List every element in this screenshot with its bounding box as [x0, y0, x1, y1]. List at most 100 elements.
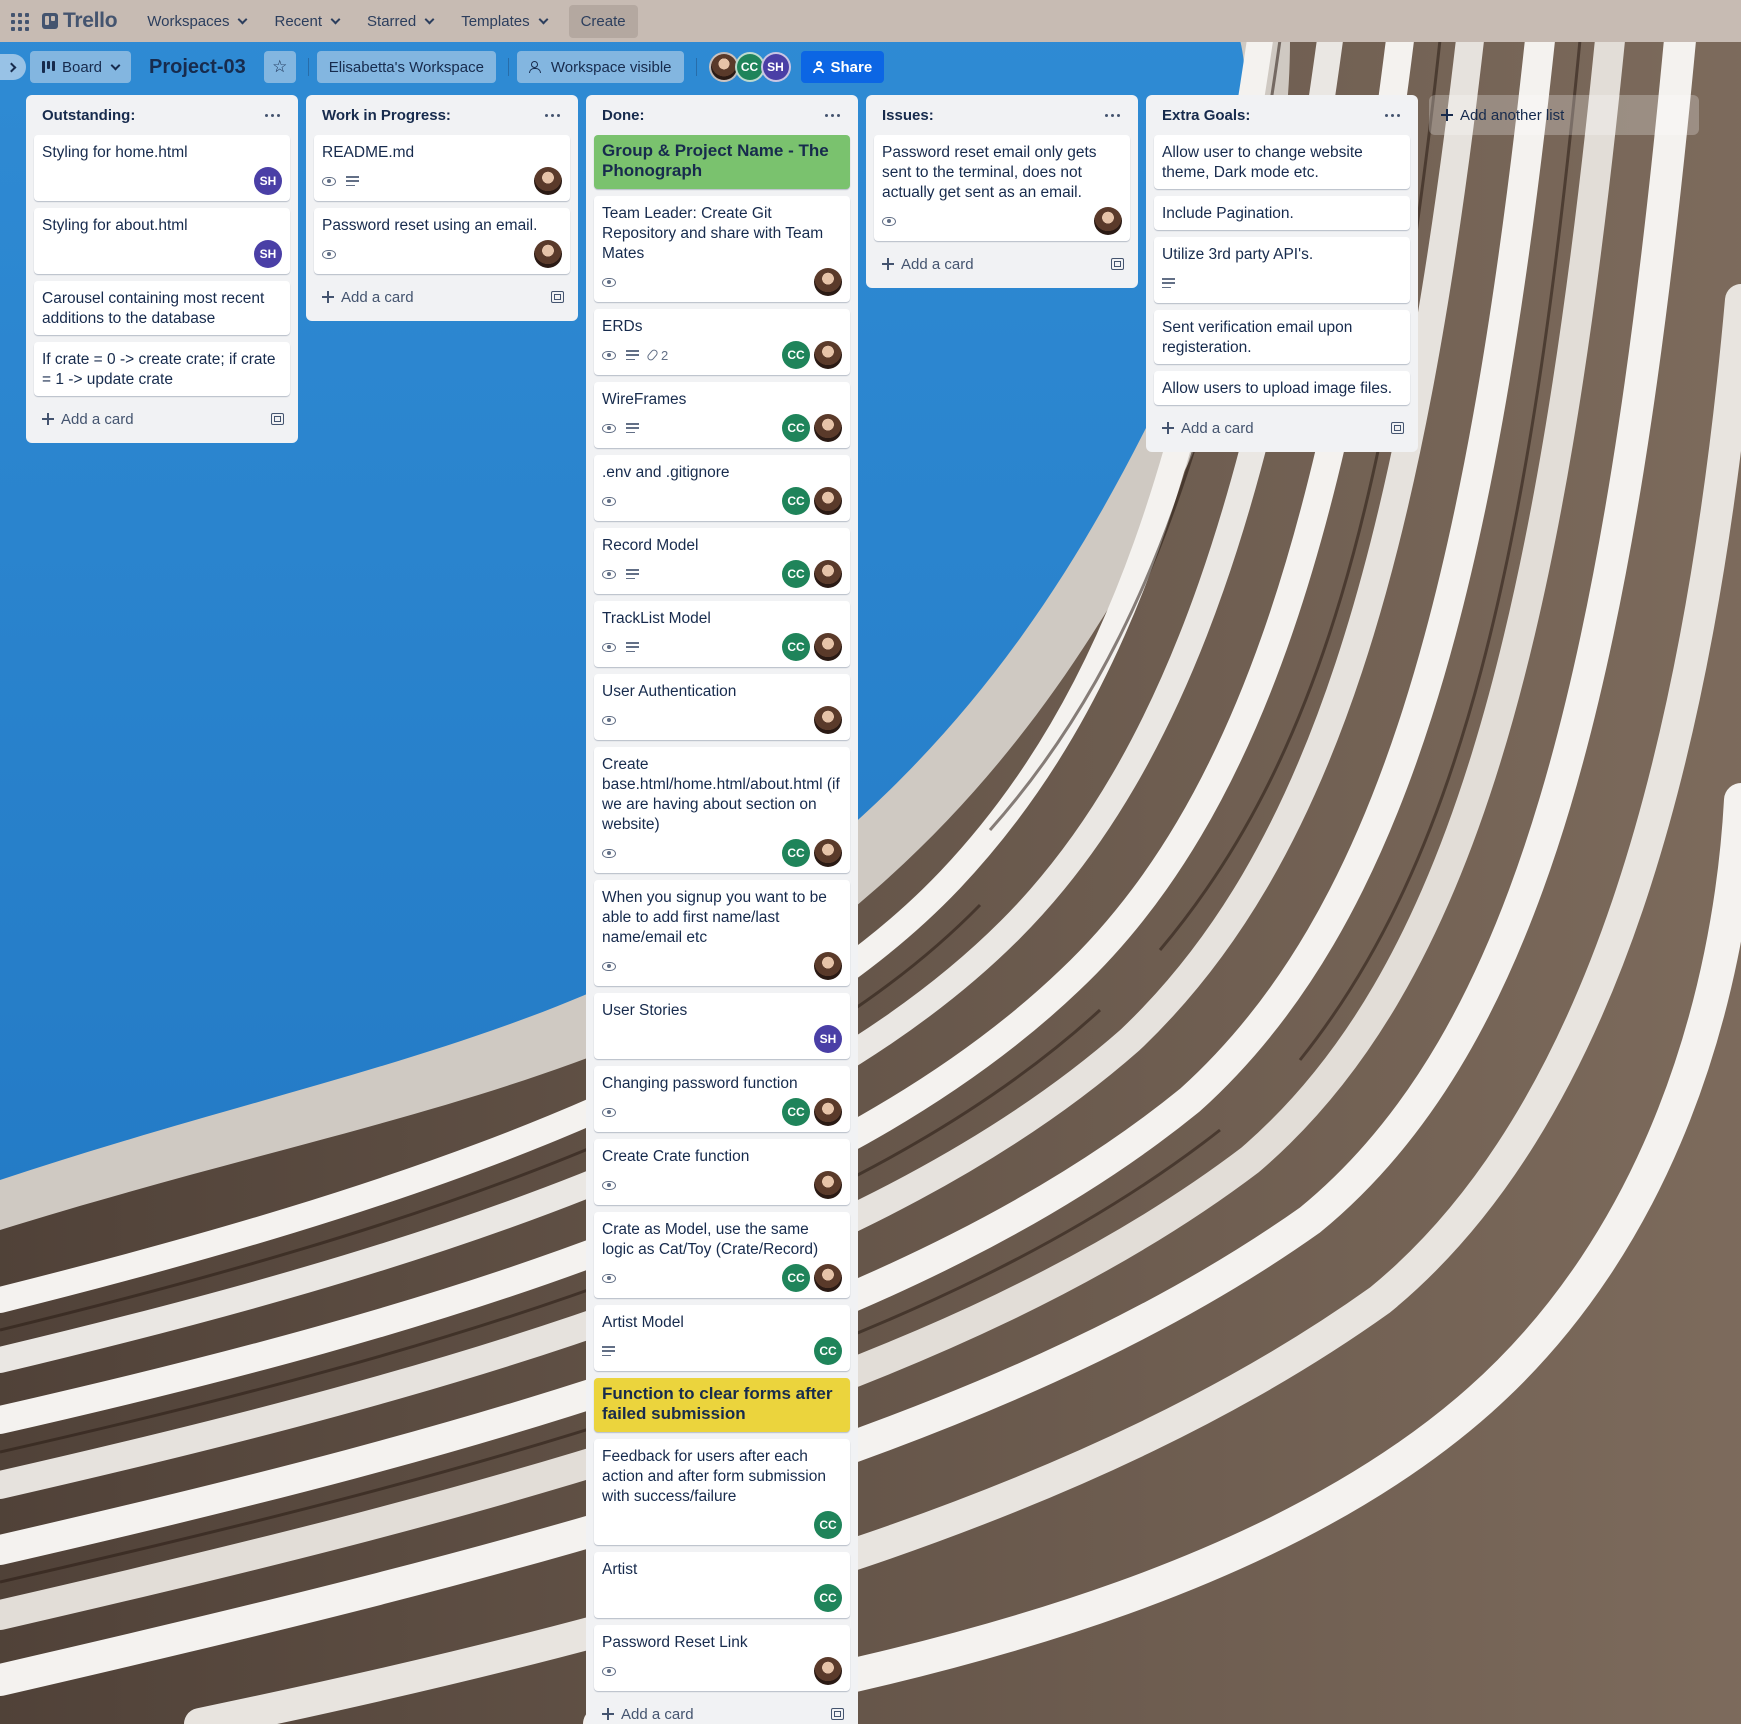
sidebar-expand-button[interactable] [0, 54, 26, 80]
card[interactable]: WireFrames CC [594, 382, 850, 448]
avatar[interactable] [814, 341, 842, 369]
avatar[interactable] [534, 167, 562, 195]
list-title[interactable]: Done: [602, 107, 645, 124]
list-done[interactable]: Done: Group & Project Name - The Phonogra… [586, 95, 858, 1724]
card[interactable]: User Authentication [594, 674, 850, 740]
card[interactable]: Changing password function CC [594, 1066, 850, 1132]
card[interactable]: Record Model CC [594, 528, 850, 594]
avatar[interactable] [814, 487, 842, 515]
card[interactable]: Carousel containing most recent addition… [34, 281, 290, 335]
avatar[interactable]: CC [782, 1264, 810, 1292]
list-issues[interactable]: Issues: Password reset email only gets se… [866, 95, 1138, 288]
card[interactable]: Artist CC [594, 1552, 850, 1618]
card[interactable]: User Stories SH [594, 993, 850, 1059]
star-board-button[interactable]: ☆ [263, 51, 296, 83]
list-work-in-progress[interactable]: Work in Progress: README.md Password reset… [306, 95, 578, 321]
trello-logo[interactable]: Trello [42, 9, 118, 33]
card-template-icon[interactable] [831, 1708, 844, 1720]
card[interactable]: Create base.html/home.html/about.html (i… [594, 747, 850, 873]
avatar[interactable] [814, 1171, 842, 1199]
list-title[interactable]: Outstanding: [42, 107, 135, 124]
avatar[interactable]: CC [782, 341, 810, 369]
card[interactable]: Artist Model CC [594, 1305, 850, 1371]
nav-recent[interactable]: Recent [264, 5, 349, 38]
card[interactable]: When you signup you want to be able to a… [594, 880, 850, 986]
avatar[interactable] [814, 839, 842, 867]
list-menu-icon[interactable] [263, 108, 282, 123]
card-template-icon[interactable] [271, 413, 284, 425]
card[interactable]: Create Crate function [594, 1139, 850, 1205]
add-card-button[interactable]: Add a card [1154, 412, 1410, 444]
card[interactable]: README.md [314, 135, 570, 201]
avatar[interactable]: CC [814, 1511, 842, 1539]
workspace-button[interactable]: Elisabetta's Workspace [316, 51, 496, 83]
add-card-button[interactable]: Add a card [874, 248, 1130, 280]
create-button[interactable]: Create [568, 4, 638, 38]
card[interactable]: Group & Project Name - The Phonograph [594, 135, 850, 189]
avatar[interactable]: CC [782, 487, 810, 515]
card[interactable]: Crate as Model, use the same logic as Ca… [594, 1212, 850, 1298]
list-title[interactable]: Work in Progress: [322, 107, 451, 124]
avatar[interactable]: CC [814, 1584, 842, 1612]
share-button[interactable]: Share [800, 51, 885, 83]
card[interactable]: Allow users to upload image files. [1154, 371, 1410, 405]
nav-workspaces[interactable]: Workspaces [137, 5, 256, 38]
list-extra-goals[interactable]: Extra Goals: Allow user to change website… [1146, 95, 1418, 452]
avatar[interactable]: SH [254, 167, 282, 195]
list-outstanding[interactable]: Outstanding: Styling for home.html SH Styli… [26, 95, 298, 443]
avatar[interactable] [814, 414, 842, 442]
card[interactable]: If crate = 0 -> create crate; if crate =… [34, 342, 290, 396]
list-menu-icon[interactable] [543, 108, 562, 123]
avatar[interactable] [814, 268, 842, 296]
card[interactable]: Password reset email only gets sent to t… [874, 135, 1130, 241]
card[interactable]: Feedback for users after each action and… [594, 1439, 850, 1545]
card-template-icon[interactable] [551, 291, 564, 303]
avatar[interactable]: CC [782, 560, 810, 588]
card[interactable]: Styling for home.html SH [34, 135, 290, 201]
card[interactable]: Team Leader: Create Git Repository and s… [594, 196, 850, 302]
card[interactable]: Styling for about.html SH [34, 208, 290, 274]
avatar[interactable]: SH [760, 52, 791, 82]
avatar[interactable] [814, 952, 842, 980]
add-card-button[interactable]: Add a card [594, 1698, 850, 1724]
avatar[interactable]: CC [814, 1337, 842, 1365]
card[interactable]: Allow user to change website theme, Dark… [1154, 135, 1410, 189]
avatar[interactable]: CC [782, 1098, 810, 1126]
card[interactable]: Function to clear forms after failed sub… [594, 1378, 850, 1432]
avatar[interactable] [1094, 207, 1122, 235]
avatar[interactable] [814, 633, 842, 661]
card[interactable]: ERDs 2 CC [594, 309, 850, 375]
card[interactable]: TrackList Model CC [594, 601, 850, 667]
card[interactable]: Password Reset Link [594, 1625, 850, 1691]
card[interactable]: Utilize 3rd party API's. [1154, 237, 1410, 303]
avatar[interactable] [534, 240, 562, 268]
list-menu-icon[interactable] [1103, 108, 1122, 123]
avatar[interactable] [814, 560, 842, 588]
avatar[interactable]: CC [782, 633, 810, 661]
list-menu-icon[interactable] [1383, 108, 1402, 123]
list-menu-icon[interactable] [823, 108, 842, 123]
avatar[interactable] [814, 1264, 842, 1292]
list-title[interactable]: Issues: [882, 107, 934, 124]
visibility-button[interactable]: Workspace visible [516, 51, 684, 83]
list-title[interactable]: Extra Goals: [1162, 107, 1250, 124]
board-title[interactable]: Project-03 [139, 56, 256, 79]
card-template-icon[interactable] [1111, 258, 1124, 270]
avatar[interactable]: SH [254, 240, 282, 268]
avatar[interactable]: CC [782, 414, 810, 442]
card[interactable]: Include Pagination. [1154, 196, 1410, 230]
card[interactable]: Password reset using an email. [314, 208, 570, 274]
nav-templates[interactable]: Templates [451, 5, 556, 38]
avatar[interactable]: CC [782, 839, 810, 867]
board-view-switcher[interactable]: Board [30, 51, 132, 83]
add-card-button[interactable]: Add a card [34, 403, 290, 435]
avatar[interactable]: SH [814, 1025, 842, 1053]
card[interactable]: .env and .gitignore CC [594, 455, 850, 521]
card-template-icon[interactable] [1391, 422, 1404, 434]
add-card-button[interactable]: Add a card [314, 281, 570, 313]
avatar[interactable] [814, 1657, 842, 1685]
avatar[interactable] [814, 1098, 842, 1126]
card[interactable]: Sent verification email upon registerati… [1154, 310, 1410, 364]
app-switcher-icon[interactable] [8, 10, 30, 32]
add-another-list-button[interactable]: Add another list [1429, 95, 1699, 135]
